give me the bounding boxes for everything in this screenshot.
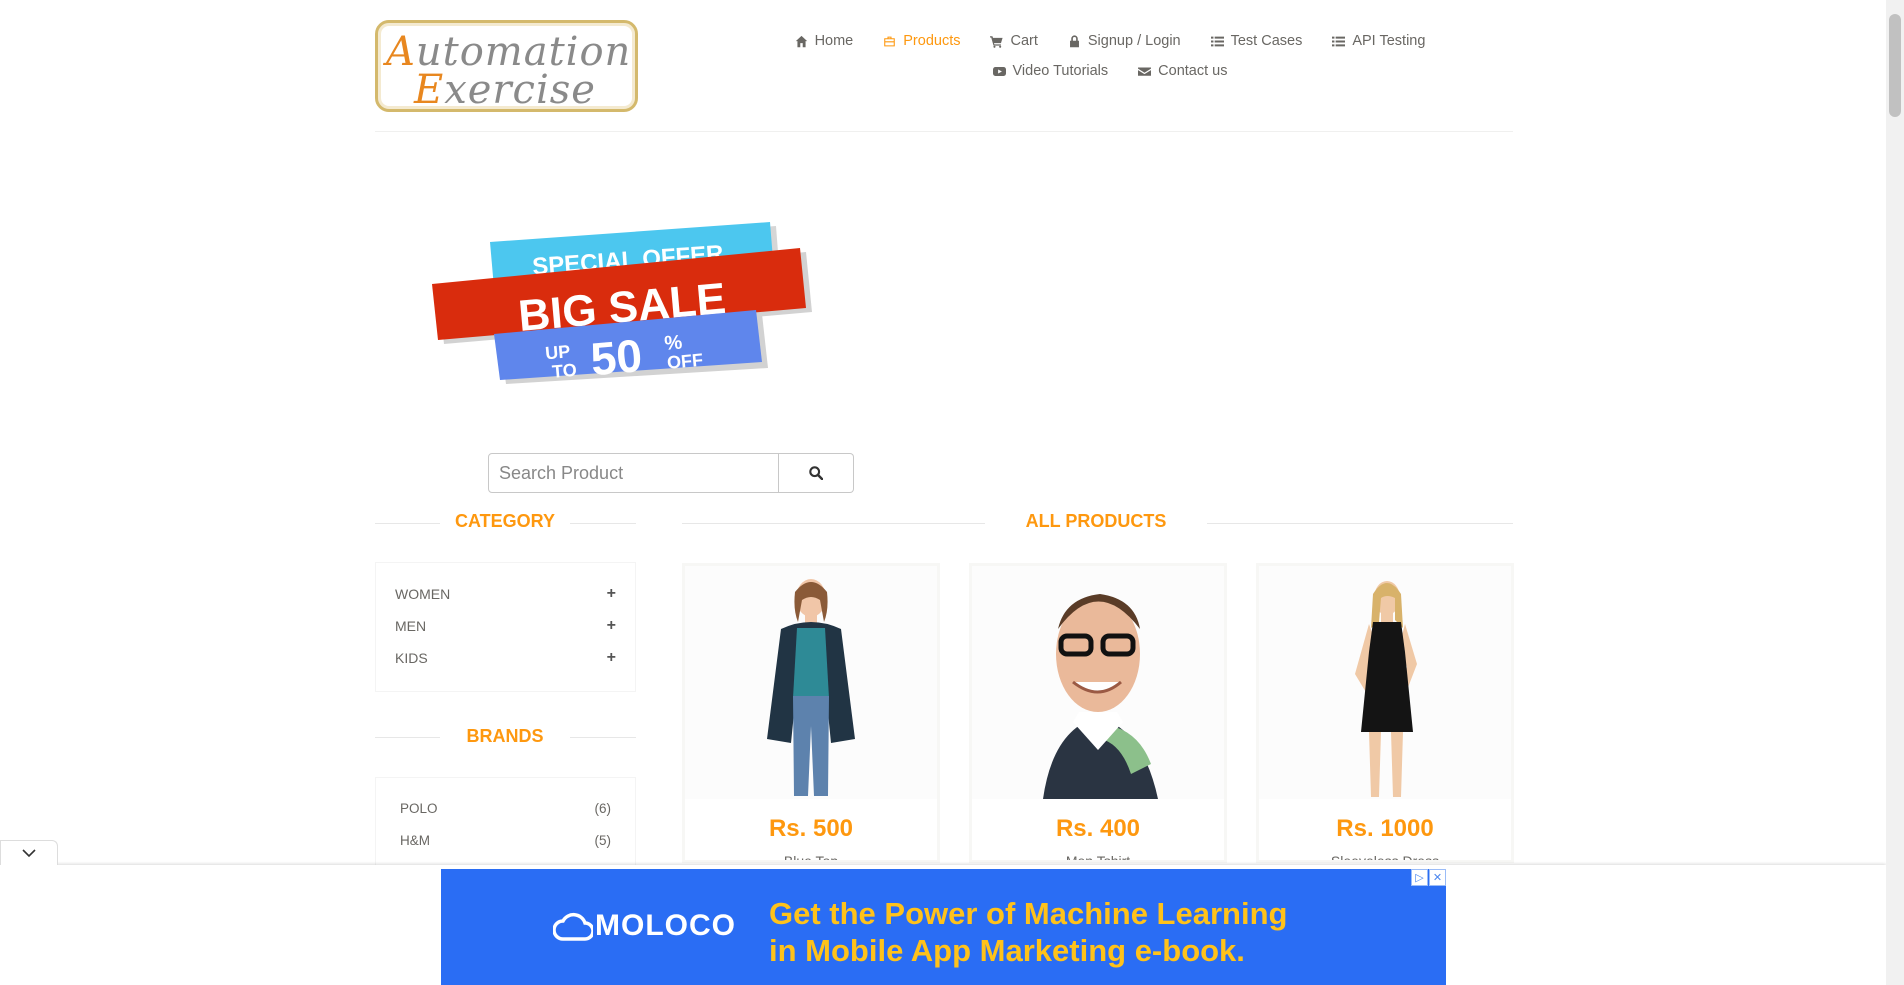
brand-label: H&M	[400, 832, 430, 848]
nav-row-2: Video Tutorials Contact us	[760, 56, 1460, 86]
products-title-line-right	[1207, 523, 1513, 524]
product-name: Blue Top	[783, 853, 839, 863]
brands-panel: POLO (6) H&M (5)	[375, 777, 636, 867]
brand-hm[interactable]: H&M (5)	[376, 824, 635, 856]
category-label: MEN	[395, 618, 427, 634]
banner-to: TO	[551, 360, 577, 382]
product-card-sleeveless-dress: Rs. 1000 Sleeveless Dress	[1256, 563, 1514, 863]
brand-count: (6)	[594, 800, 612, 816]
cart-icon	[990, 35, 1004, 48]
adchoices-icon[interactable]: ▷	[1411, 869, 1428, 886]
chevron-down-icon	[22, 848, 36, 857]
product-name: Sleeveless Dress	[1330, 853, 1440, 863]
woman-dress-image	[1355, 581, 1417, 797]
search-input[interactable]	[488, 453, 779, 493]
scrollbar-thumb[interactable]	[1889, 14, 1901, 117]
brand-polo[interactable]: POLO (6)	[376, 792, 635, 824]
plus-icon[interactable]: +	[607, 585, 616, 603]
list-icon	[1210, 36, 1224, 46]
nav-test-cases[interactable]: Test Cases	[1210, 33, 1303, 49]
product-price: Rs. 1000	[1336, 815, 1434, 842]
ad-line-2: in Mobile App Marketing e-book.	[769, 933, 1245, 968]
category-kids[interactable]: KIDS +	[376, 642, 635, 674]
product-search	[488, 453, 854, 493]
category-label: WOMEN	[395, 586, 451, 602]
product-name: Men Tshirt	[1065, 853, 1131, 863]
product-image	[1259, 566, 1511, 799]
nav-row-1: Home Products Cart Signup / Login Test C…	[760, 26, 1460, 56]
lock-icon	[1069, 34, 1079, 47]
youtube-play-icon	[992, 66, 1006, 76]
nav-api-testing[interactable]: API Testing	[1332, 33, 1425, 49]
briefcase-icon	[884, 36, 896, 46]
category-title-line-right	[570, 523, 636, 524]
ad-banner[interactable]: MOLOCO Get the Power of Machine Learning…	[441, 869, 1446, 985]
list-icon	[1332, 36, 1346, 46]
product-image	[685, 566, 937, 799]
ad-brand-logo: MOLOCO	[553, 909, 736, 943]
cloud-icon	[553, 912, 593, 941]
ad-close-icon[interactable]: ✕	[1429, 869, 1446, 886]
nav-cart-label: Cart	[1010, 33, 1038, 49]
home-icon	[795, 35, 807, 47]
logo-text-2: xercise	[444, 67, 596, 113]
logo-line-2: Exercise	[414, 67, 596, 113]
woman-blue-top-image	[767, 579, 855, 796]
nav-video-tutorials-label: Video Tutorials	[1012, 63, 1109, 79]
brands-title-line-right	[570, 737, 636, 738]
products-title-line-left	[682, 523, 985, 524]
nav-contact-us-label: Contact us	[1158, 63, 1228, 79]
all-products-title: ALL PRODUCTS	[1025, 511, 1167, 531]
ad-line-1: Get the Power of Machine Learning	[769, 896, 1288, 931]
man-tshirt-image	[1043, 594, 1158, 799]
product-price: Rs. 400	[1055, 815, 1141, 842]
plus-icon[interactable]: +	[607, 617, 616, 635]
category-panel: WOMEN + MEN + KIDS +	[375, 562, 636, 692]
header-divider	[375, 131, 1513, 132]
nav-cart[interactable]: Cart	[990, 33, 1038, 49]
brands-title-line-left	[375, 737, 440, 738]
logo-cap-e: E	[414, 67, 445, 113]
page-scrollbar[interactable]	[1886, 0, 1904, 985]
category-label: KIDS	[395, 650, 428, 666]
logo-cap-a: A	[386, 29, 416, 75]
ad-headline: Get the Power of Machine Learning in Mob…	[769, 895, 1287, 969]
sale-banner[interactable]: SPECIAL OFFER BIG SALE UP TO 50 % OFF	[430, 212, 822, 392]
nav-home[interactable]: Home	[795, 33, 854, 49]
nav-products[interactable]: Products	[883, 33, 960, 49]
main-nav: Home Products Cart Signup / Login Test C…	[760, 26, 1460, 86]
nav-video-tutorials[interactable]: Video Tutorials	[992, 63, 1109, 79]
nav-home-label: Home	[814, 33, 854, 49]
category-men[interactable]: MEN +	[376, 610, 635, 642]
nav-products-label: Products	[903, 33, 961, 49]
brand-count: (5)	[594, 832, 612, 848]
banner-percent: 50	[589, 329, 645, 385]
product-card-men-tshirt: Rs. 400 Men Tshirt	[969, 563, 1227, 863]
ad-brand-name: MOLOCO	[595, 909, 736, 942]
brands-title: BRANDS	[466, 726, 544, 746]
ad-collapse-toggle[interactable]	[0, 840, 58, 865]
plus-icon[interactable]: +	[607, 649, 616, 667]
nav-contact-us[interactable]: Contact us	[1138, 63, 1227, 79]
nav-signup-login[interactable]: Signup / Login	[1068, 33, 1181, 49]
category-title: CATEGORY	[454, 511, 555, 531]
product-price: Rs. 500	[768, 815, 854, 842]
banner-off: OFF	[666, 350, 704, 373]
product-card-blue-top: Rs. 500 Blue Top	[682, 563, 940, 863]
search-button[interactable]	[779, 453, 854, 493]
nav-signup-login-label: Signup / Login	[1087, 33, 1181, 49]
nav-api-testing-label: API Testing	[1352, 33, 1426, 49]
product-image	[972, 566, 1224, 799]
category-women[interactable]: WOMEN +	[376, 578, 635, 610]
search-icon	[809, 466, 823, 480]
nav-test-cases-label: Test Cases	[1230, 33, 1303, 49]
brand-label: POLO	[400, 800, 438, 816]
site-logo[interactable]: Automation Exercise	[375, 20, 638, 113]
category-title-line-left	[375, 523, 440, 524]
envelope-icon	[1138, 66, 1152, 76]
